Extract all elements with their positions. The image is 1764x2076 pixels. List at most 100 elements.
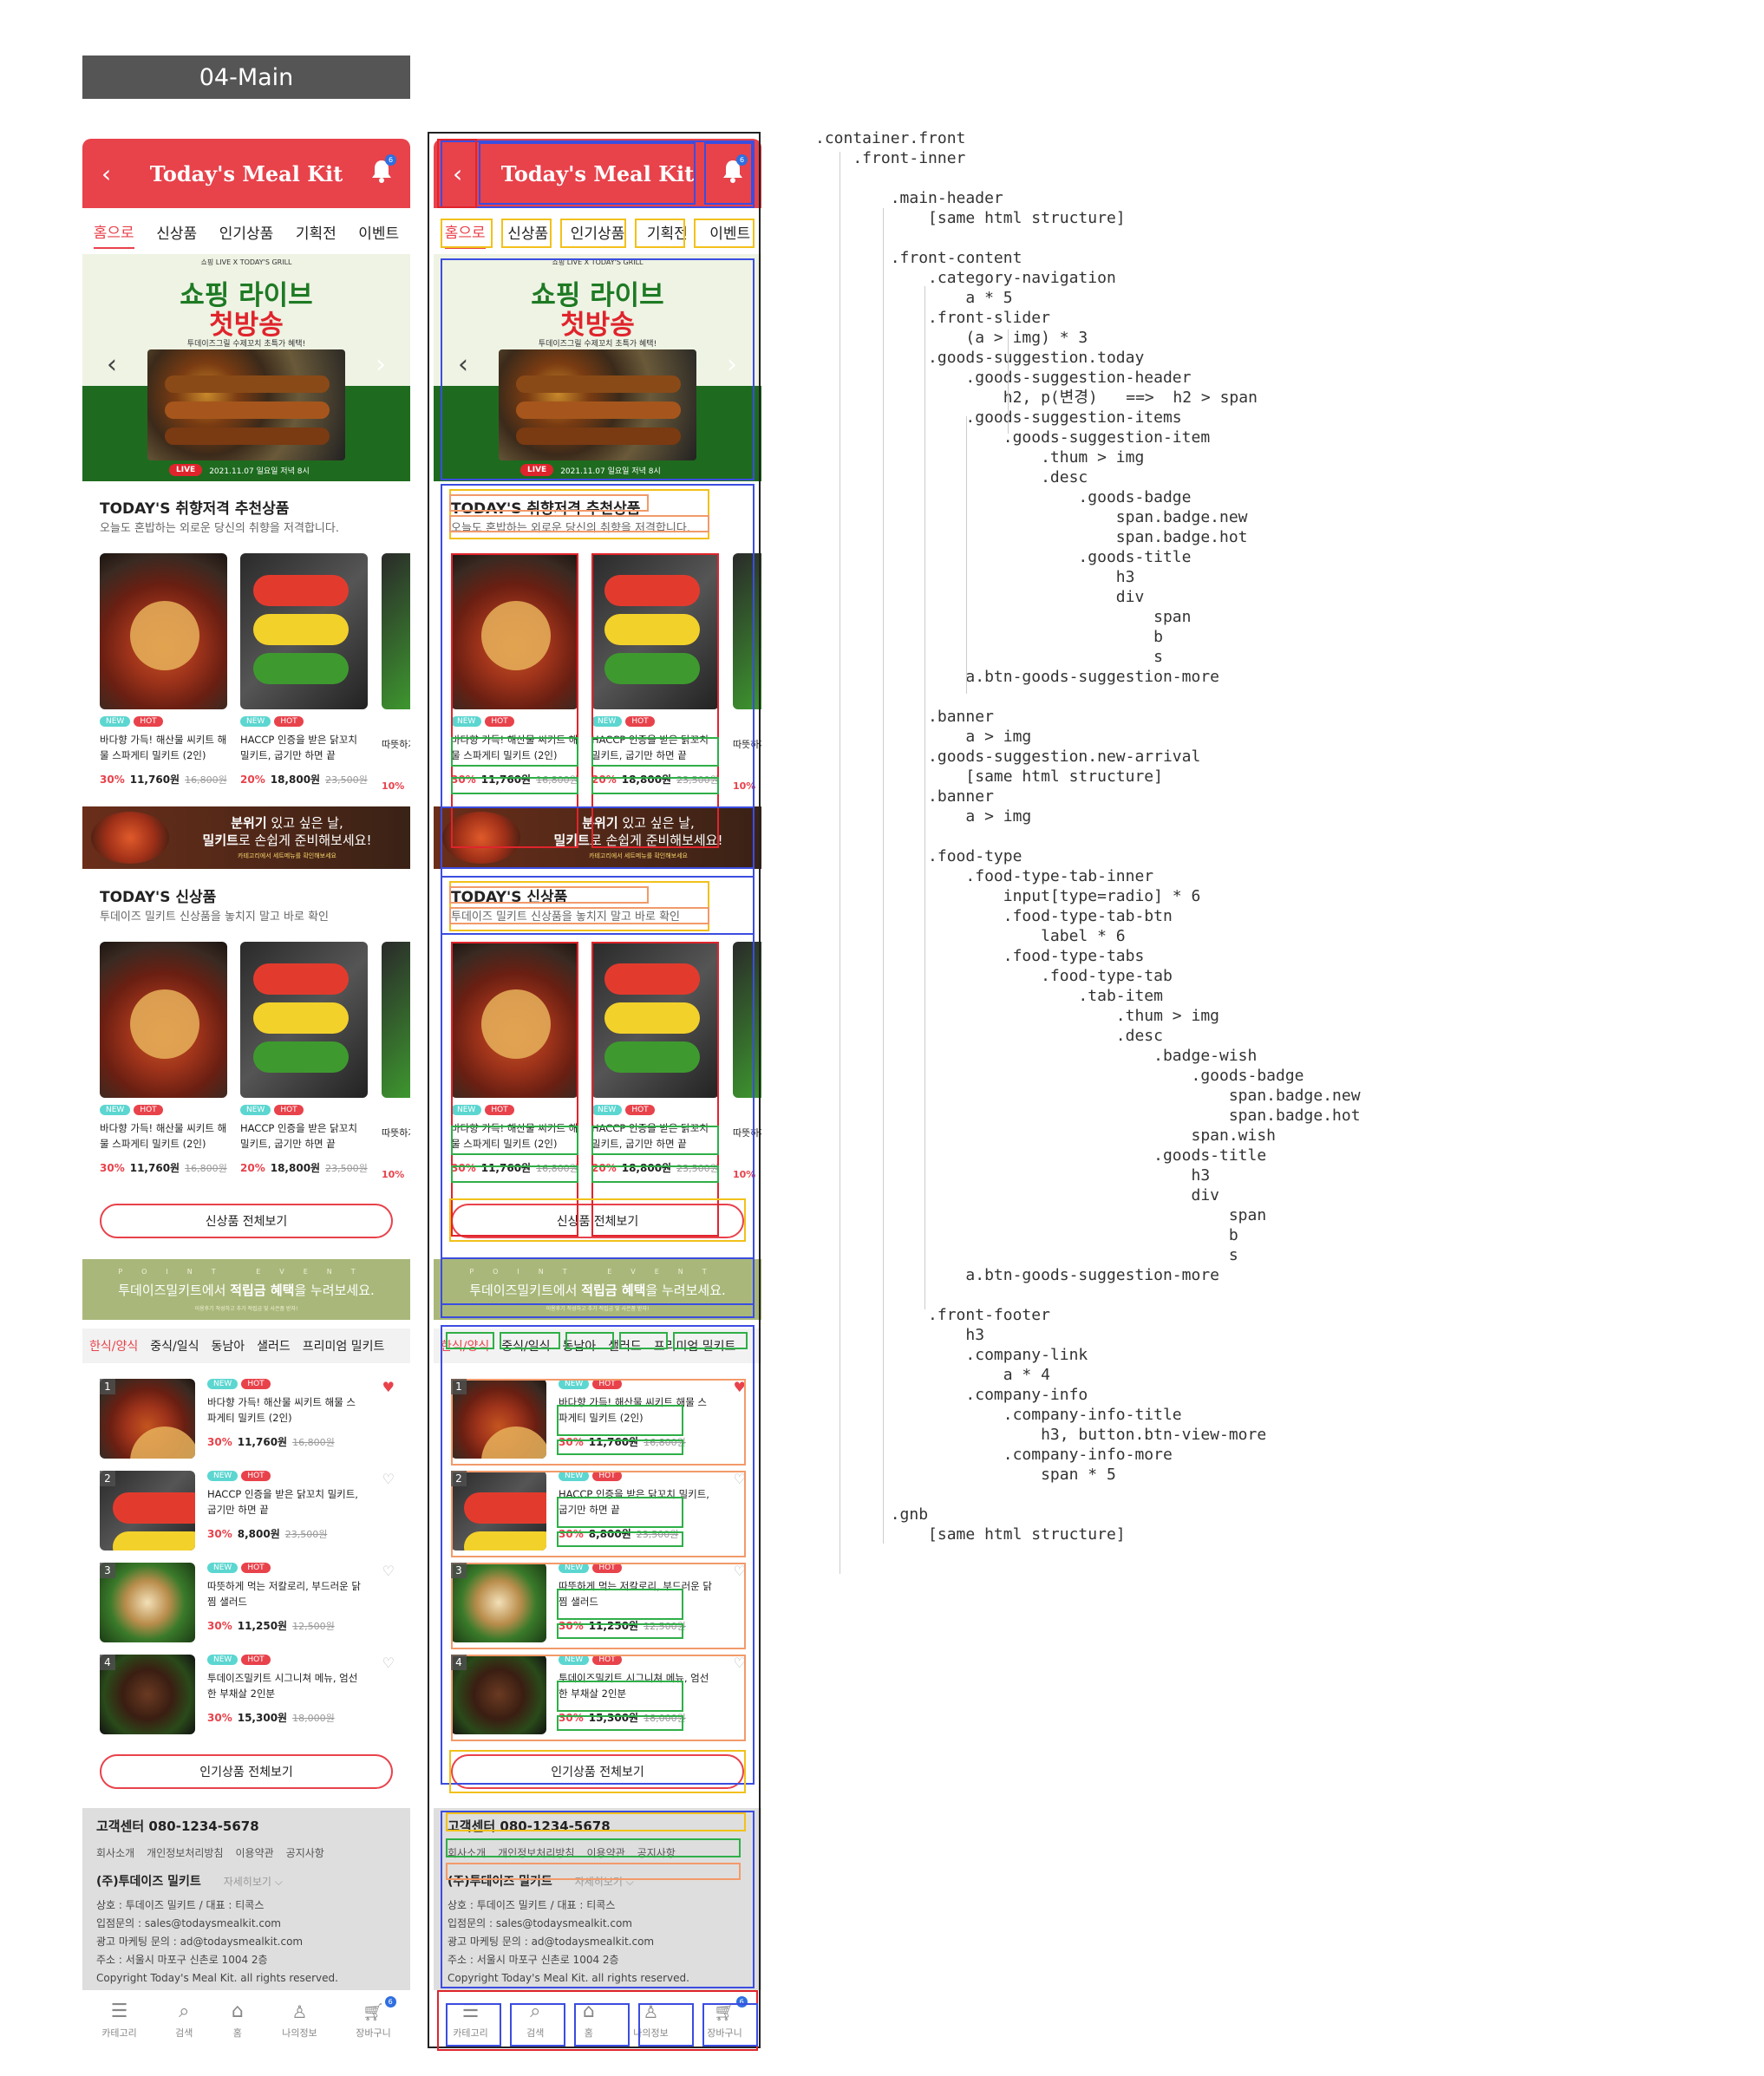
section-subtitle-new: 투데이즈 밀키트 신상품을 놓치지 말고 바로 확인	[100, 911, 329, 924]
badge-hot: HOT	[274, 716, 304, 727]
code-line: .goods-title	[815, 1146, 1267, 1165]
food-tab-chinese-japanese[interactable]: 중식/일식	[150, 1337, 199, 1355]
code-line: .company-link	[815, 1346, 1088, 1364]
original-price: 16,800원	[292, 1437, 335, 1448]
category-event[interactable]: 이벤트	[358, 221, 399, 248]
code-line: .thum > img	[815, 448, 1145, 467]
price: 11,760원	[129, 774, 180, 786]
company-info-title: (주)투데이즈 밀키트 자세히보기 ⌵	[96, 1872, 396, 1890]
wireframe-box	[557, 1531, 683, 1547]
gnb-label: 장바구니	[356, 2027, 391, 2038]
bell-icon[interactable]: 6	[370, 154, 396, 184]
tab-item[interactable]: 3 NEW HOT 따뜻하게 먹는 저칼로리, 부드러운 닭 찜 샐러드 30% 1…	[100, 1563, 395, 1649]
gnb-home[interactable]: ⌂ 홈	[232, 2001, 244, 2039]
goods-card[interactable]: NEW HOT 바다향 가득! 해산물 씨키트 해물 스파게티 밀키트 (2인) …	[100, 553, 227, 787]
wireframe-box	[446, 1838, 741, 1857]
code-line: .container.front	[815, 129, 966, 147]
banner-meal[interactable]: 분위기 있고 싶은 날, 밀키트로 손쉽게 준비해보세요! 카테고리에서 세트메…	[82, 806, 410, 869]
price: 8,800원	[237, 1528, 280, 1540]
wireframe-box	[557, 1715, 683, 1731]
heart-icon[interactable]: ♡	[382, 1563, 395, 1579]
front-slider[interactable]: 쇼핑 LIVE X TODAY'S GRILL 쇼핑 라이브 첫방송 투데이즈그…	[82, 254, 410, 481]
link-notice[interactable]: 공지사항	[286, 1845, 324, 1860]
wireframe-box	[694, 219, 755, 248]
goods-price: 30% 11,760원 16,800원	[100, 1160, 227, 1175]
chevron-left-icon[interactable]: ‹	[101, 160, 111, 188]
tab-item[interactable]: 2 NEW HOT HACCP 인증을 받은 닭꼬치 밀키트, 굽기만 하면 끝 …	[100, 1471, 395, 1557]
category-popular[interactable]: 인기상품	[219, 221, 274, 248]
view-more-button[interactable]: 자세히보기 ⌵	[224, 1874, 283, 1889]
food-tab-korean-western[interactable]: 한식/양식	[89, 1337, 138, 1355]
code-line: .category-navigation	[815, 269, 1116, 287]
wireframe-box	[446, 1332, 494, 1349]
wireframe-box	[591, 1126, 719, 1155]
gnb-cart[interactable]: 🛒︎ 6 장바구니	[356, 1996, 396, 2038]
goods-title: 따뜻하게 먹는 저칼로리, 부드러운 닭 찜 샐러드	[207, 1580, 361, 1608]
code-line: span.wish	[815, 1126, 1277, 1145]
link-terms[interactable]: 이용약관	[236, 1845, 274, 1860]
gnb-search[interactable]: ⌕ 검색	[175, 2001, 193, 2039]
food-tab-salad[interactable]: 샐러드	[257, 1337, 291, 1355]
goods-card[interactable]: NEW HOT HACCP 인증을 받은 닭꼬치 밀키트, 굽기만 하면 끝 20…	[240, 553, 368, 787]
banner-point-event[interactable]: POINT EVENT 투데이즈밀키트에서 적립금 혜택을 누려보세요. 이용후…	[82, 1259, 410, 1320]
wireframe-box	[560, 219, 626, 248]
tab-item-desc: NEW HOT 따뜻하게 먹는 저칼로리, 부드러운 닭 찜 샐러드 30% 11,…	[207, 1563, 363, 1633]
goods-card[interactable]: NEW HOT HACCP 인증을 받은 닭꼬치 밀키트, 굽기만 하면 끝 20…	[240, 942, 368, 1175]
heart-icon[interactable]: ♥	[382, 1379, 395, 1395]
category-exhibition[interactable]: 기획전	[296, 221, 336, 248]
gnb-my[interactable]: ♙ 나의정보	[282, 2001, 317, 2038]
goods-title: HACCP 인증을 받은 닭꼬치 밀키트, 굽기만 하면 끝	[207, 1488, 358, 1516]
original-price: 16,800원	[185, 774, 227, 786]
goods-title: 바다향 가득! 해산물 씨키트 해물 스파게티 밀키트 (2인)	[100, 1122, 227, 1150]
chevron-right-icon[interactable]: ›	[376, 349, 386, 380]
goods-card[interactable]: NEW HOT 바다향 가득! 해산물 씨키트 해물 스파게티 밀키트 (2인) …	[100, 942, 227, 1175]
food-tab-southeast-asia[interactable]: 동남아	[212, 1337, 245, 1355]
food-tab-premium[interactable]: 프리미엄 밀키트	[303, 1337, 385, 1355]
link-about[interactable]: 회사소개	[96, 1845, 134, 1860]
new-arrival-more-button[interactable]: 신상품 전체보기	[100, 1204, 393, 1238]
heart-icon[interactable]: ♡	[382, 1471, 395, 1487]
code-line: .badge-wish	[815, 1047, 1258, 1065]
link-privacy[interactable]: 개인정보처리방침	[147, 1845, 223, 1860]
discount-peek: 10%	[382, 1169, 405, 1180]
code-line: s	[815, 1246, 1238, 1264]
code-line: label * 6	[815, 927, 1126, 945]
code-line: .desc	[815, 468, 1088, 486]
heart-icon[interactable]: ♡	[382, 1655, 395, 1671]
code-line: .company-info-title	[815, 1406, 1182, 1424]
code-line: .front-inner	[815, 149, 966, 167]
gnb-category[interactable]: ☰ 카테고리	[101, 2001, 136, 2039]
slider-image	[147, 349, 345, 460]
company-name: (주)투데이즈 밀키트	[96, 1875, 201, 1889]
wireframe-box	[446, 2003, 501, 2047]
gnb-label: 홈	[232, 2027, 242, 2038]
banner-bold: 적립금 혜택	[230, 1283, 295, 1298]
goods-title: 바다향 가득! 해산물 씨키트 해물 스파게티 밀키트 (2인)	[100, 734, 227, 761]
badge-new: NEW	[240, 716, 271, 727]
badge-hot: HOT	[274, 1105, 304, 1115]
gnb: ☰ 카테고리 ⌕ 검색 ⌂ 홈 ♙ 나의정보 🛒︎ 6 장바구니	[82, 1990, 410, 2038]
popular-more-button[interactable]: 인기상품 전체보기	[100, 1754, 393, 1789]
chevron-left-icon[interactable]: ‹	[107, 349, 117, 380]
discount: 30%	[207, 1620, 232, 1632]
banner-small: 이용후기 작성하고 추가 적립금 및 사은품 받자!	[194, 1306, 298, 1312]
tab-item[interactable]: 4 NEW HOT 투데이즈밀키트 시그니쳐 메뉴, 엄선한 부채살 2인분 30…	[100, 1655, 395, 1741]
tab-item[interactable]: 1 NEW HOT 바다향 가득! 해산물 씨키트 해물 스파게티 밀키트 (2인…	[100, 1379, 395, 1466]
goods-badge: NEW HOT	[240, 1105, 368, 1115]
category-new[interactable]: 신상품	[156, 221, 197, 248]
goods-price: 30% 11,760원 16,800원	[100, 772, 227, 787]
wireframe-box	[557, 1681, 683, 1712]
code-line: .front-footer	[815, 1306, 1050, 1324]
wireframe-box	[591, 942, 719, 1237]
category-home[interactable]: 홈으로	[93, 220, 134, 249]
slider-kicker: 쇼핑 LIVE X TODAY'S GRILL	[200, 258, 292, 266]
slider-headline-2: 첫방송	[209, 310, 284, 341]
tree-guide-line	[883, 208, 884, 1544]
goods-thumb-peek[interactable]	[382, 553, 410, 709]
goods-thumb-peek[interactable]	[382, 942, 410, 1098]
discount: 30%	[100, 1162, 125, 1174]
slider-subtitle: 투데이즈그릴 수제꼬치 초특가 혜택!	[186, 340, 306, 349]
badge-hot: HOT	[241, 1471, 271, 1481]
